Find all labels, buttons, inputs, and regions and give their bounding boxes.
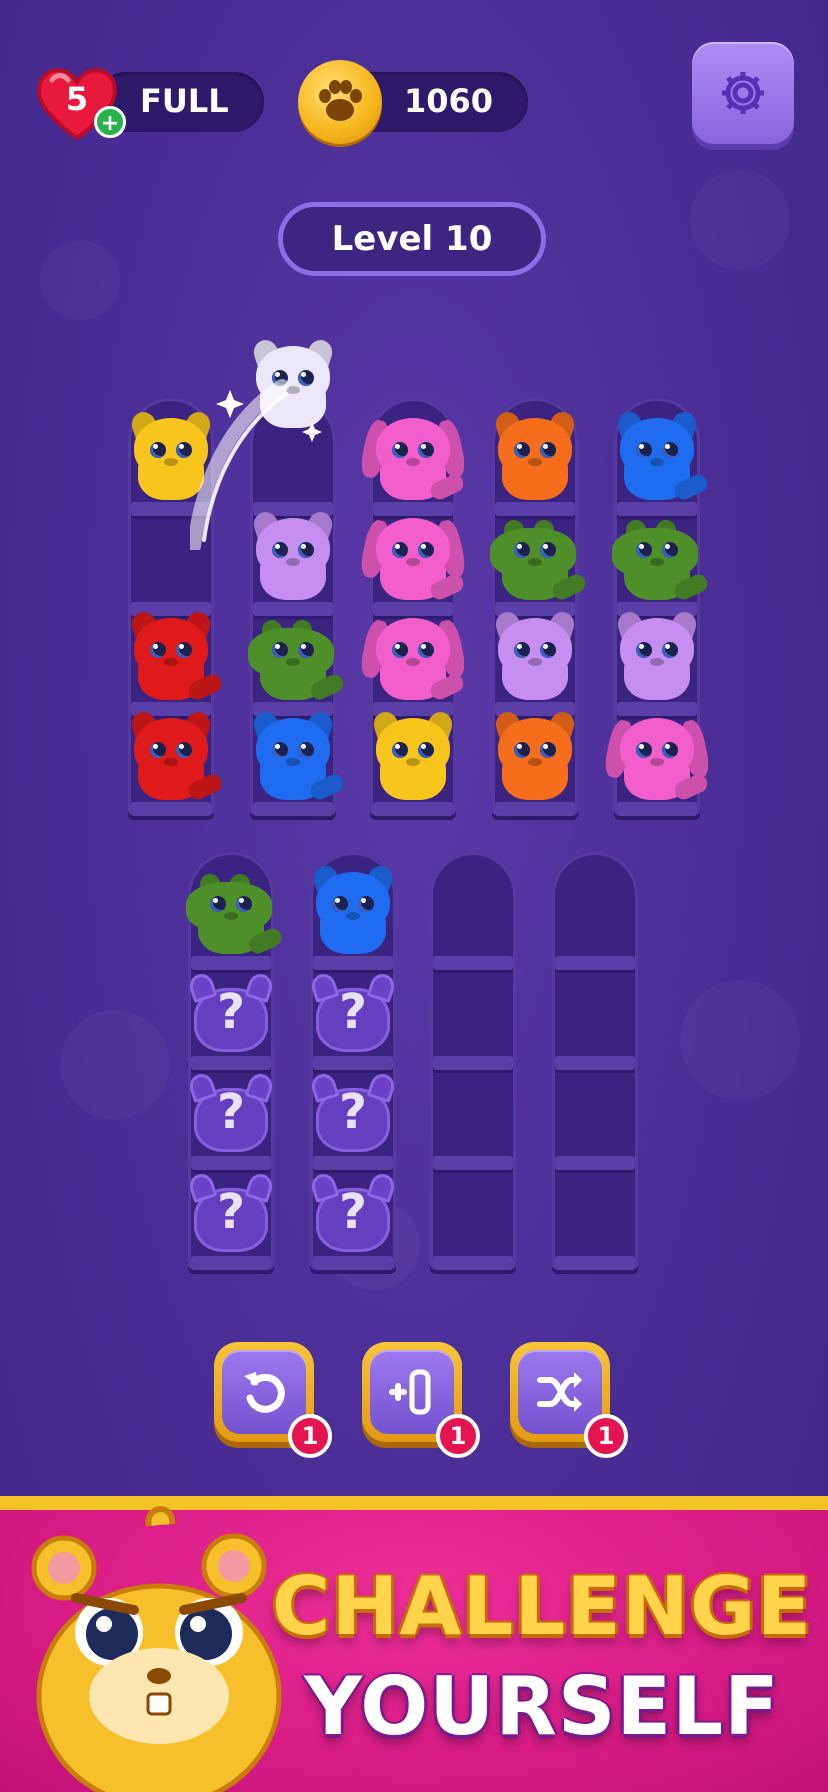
- pink-bunny-piece[interactable]: [602, 714, 712, 803]
- shelf-slot[interactable]: [238, 610, 348, 708]
- top-shelf[interactable]: [490, 398, 589, 816]
- shelf-slot[interactable]: [480, 708, 590, 808]
- mystery-piece[interactable]: ?: [308, 1168, 398, 1256]
- coin-count: 1060: [404, 82, 494, 120]
- shelf-slot[interactable]: [602, 408, 712, 508]
- shelf-slot[interactable]: ?: [298, 1164, 408, 1262]
- mystery-question-mark: ?: [339, 1184, 367, 1240]
- blue-cat-piece[interactable]: [248, 708, 347, 803]
- shelf-slot[interactable]: [540, 864, 650, 962]
- background-paw: [690, 170, 790, 270]
- lives-count: 5: [65, 80, 89, 118]
- mystery-question-mark: ?: [217, 984, 245, 1040]
- orange-hamster-piece[interactable]: [490, 708, 580, 802]
- blue-puppy-piece[interactable]: [308, 862, 398, 956]
- paw-coin-icon[interactable]: [298, 60, 382, 144]
- add-shelf-count-badge: 1: [436, 1414, 480, 1458]
- pink-bunny-piece[interactable]: [358, 614, 468, 703]
- lives-status: FULL: [140, 82, 229, 120]
- red-dragon-piece[interactable]: [126, 708, 225, 803]
- shelf-slot[interactable]: [480, 510, 590, 608]
- lilac-hamster-piece[interactable]: [490, 608, 580, 702]
- add-shelf-booster-button[interactable]: 1: [362, 1342, 480, 1458]
- level-label: Level 10: [278, 202, 546, 276]
- shelf-slot[interactable]: [480, 608, 590, 708]
- shelf-slot[interactable]: [418, 964, 528, 1062]
- mystery-piece[interactable]: ?: [308, 968, 398, 1056]
- shelf-slot[interactable]: [418, 1064, 528, 1162]
- bottom-shelf[interactable]: [552, 852, 638, 1270]
- mystery-piece[interactable]: ?: [308, 1068, 398, 1156]
- shelf-slot[interactable]: [238, 708, 348, 808]
- shelf-slot[interactable]: ?: [298, 1064, 408, 1162]
- orange-hamster-piece[interactable]: [490, 408, 580, 502]
- mystery-piece[interactable]: ?: [186, 1168, 276, 1256]
- shelf-slot[interactable]: [358, 410, 468, 508]
- shelf-slot[interactable]: [116, 608, 226, 708]
- settings-button[interactable]: [692, 42, 794, 144]
- shelf-slot[interactable]: ?: [176, 1164, 286, 1262]
- shelf-slot[interactable]: [418, 864, 528, 962]
- top-shelf[interactable]: [602, 398, 712, 816]
- green-gator-piece[interactable]: [248, 614, 347, 703]
- bottom-shelf[interactable]: ???: [186, 852, 285, 1270]
- shuffle-icon: [537, 1372, 582, 1412]
- add-shelf-icon: [389, 1369, 431, 1415]
- mystery-question-mark: ?: [217, 1084, 245, 1140]
- background-paw: [680, 980, 800, 1100]
- background-paw: [40, 240, 120, 320]
- undo-booster-button[interactable]: 1: [214, 1342, 332, 1458]
- shelf-slot[interactable]: ?: [176, 964, 286, 1062]
- add-lives-button[interactable]: +: [94, 106, 126, 138]
- banner-headline-line1: CHALLENGE: [271, 1560, 813, 1653]
- pink-bunny-piece[interactable]: [358, 514, 468, 603]
- mystery-question-mark: ?: [339, 1084, 367, 1140]
- bottom-shelf[interactable]: ???: [308, 852, 398, 1270]
- shelf-slot[interactable]: [540, 1164, 650, 1262]
- mystery-question-mark: ?: [217, 1184, 245, 1240]
- shelf-slot[interactable]: ?: [298, 964, 408, 1062]
- shuffle-booster-button[interactable]: 1: [510, 1342, 628, 1458]
- shelf-slot[interactable]: [358, 510, 468, 608]
- sparkle-trail: [190, 379, 322, 550]
- undo-count-badge: 1: [288, 1414, 332, 1458]
- mystery-question-mark: ?: [339, 984, 367, 1040]
- yellow-puppy-piece[interactable]: [368, 708, 458, 802]
- blue-cat-piece[interactable]: [612, 408, 711, 503]
- green-gator-piece[interactable]: [490, 514, 589, 603]
- shelf-slot[interactable]: [358, 610, 468, 708]
- mystery-piece[interactable]: ?: [186, 1068, 276, 1156]
- shelf-slot[interactable]: [602, 608, 712, 708]
- shelf-slot[interactable]: [298, 862, 408, 962]
- top-shelf[interactable]: [358, 398, 468, 816]
- gear-icon: [722, 72, 764, 114]
- shelf-slot[interactable]: [540, 964, 650, 1062]
- undo-icon: [244, 1372, 285, 1413]
- shelf-slot[interactable]: [602, 710, 712, 808]
- shelf-slot[interactable]: [602, 510, 712, 608]
- shelf-slot[interactable]: [116, 708, 226, 808]
- pink-bunny-piece[interactable]: [358, 414, 468, 503]
- mystery-piece[interactable]: ?: [186, 968, 276, 1056]
- shelf-slot[interactable]: [480, 408, 590, 508]
- shelf-slot[interactable]: [418, 1164, 528, 1262]
- hamster-mascot: [31, 1506, 282, 1792]
- shelf-slot[interactable]: ?: [176, 1064, 286, 1162]
- shelf-slot[interactable]: [358, 708, 468, 808]
- background-paw: [60, 1010, 170, 1120]
- shuffle-count-badge: 1: [584, 1414, 628, 1458]
- shelf-slot[interactable]: [176, 864, 286, 962]
- banner-headline-line2: YOURSELF: [304, 1660, 780, 1753]
- bottom-shelf[interactable]: [430, 852, 516, 1270]
- shelf-slot[interactable]: [540, 1064, 650, 1162]
- green-gator-piece[interactable]: [186, 868, 285, 957]
- green-gator-piece[interactable]: [612, 514, 711, 603]
- red-dragon-piece[interactable]: [126, 608, 225, 703]
- lilac-hamster-piece[interactable]: [612, 608, 702, 702]
